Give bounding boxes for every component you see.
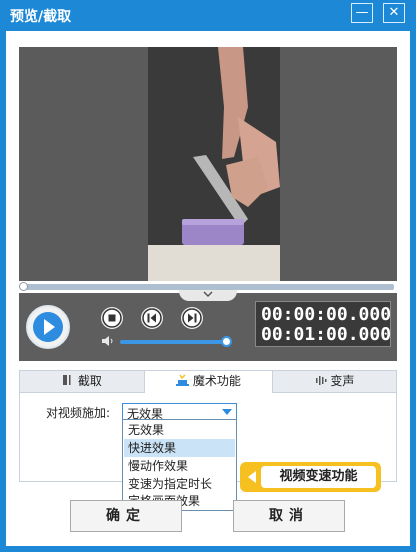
- volume-button[interactable]: [101, 335, 115, 350]
- cancel-button[interactable]: 取消: [233, 500, 345, 532]
- prev-frame-button[interactable]: [141, 307, 163, 329]
- tab-voice[interactable]: 变声: [273, 371, 396, 393]
- timeline-handle[interactable]: [19, 282, 28, 291]
- magic-hat-icon: [176, 374, 190, 386]
- volume-handle[interactable]: [221, 336, 232, 347]
- volume-slider[interactable]: [120, 340, 228, 344]
- dropdown-arrow-icon: [222, 409, 232, 415]
- voice-icon: [315, 376, 327, 385]
- tab-crop-label: 截取: [77, 374, 102, 388]
- effect-dropdown-list: 无效果 快进效果 慢动作效果 变速为指定时长 定格画面效果: [122, 419, 237, 511]
- preview-crop-window: 预览/截取 — ✕ 00:00:00.000 00:01:00.000 截取 魔…: [0, 0, 416, 552]
- dialog-body: 00:00:00.000 00:01:00.000 截取 魔术功能 变声 对视频…: [6, 31, 410, 546]
- title-bar[interactable]: 预览/截取 — ✕: [0, 0, 416, 30]
- effect-option-slow-motion[interactable]: 慢动作效果: [124, 457, 235, 475]
- play-icon: [33, 312, 63, 342]
- player-controls: 00:00:00.000 00:01:00.000: [19, 290, 397, 361]
- effect-option-none[interactable]: 无效果: [124, 421, 235, 439]
- crop-icon: [63, 375, 71, 385]
- effect-option-fast-forward[interactable]: 快进效果: [124, 439, 235, 457]
- tab-magic[interactable]: 魔术功能: [144, 371, 273, 393]
- stop-icon: [102, 308, 122, 328]
- total-time: 00:01:00.000: [261, 324, 392, 345]
- effect-select[interactable]: 无效果: [122, 403, 237, 421]
- video-frame-image: [148, 47, 280, 281]
- next-frame-button[interactable]: [181, 307, 203, 329]
- window-title: 预览/截取: [10, 9, 72, 25]
- time-display: 00:00:00.000 00:01:00.000: [255, 301, 391, 347]
- tab-voice-label: 变声: [330, 374, 355, 388]
- effect-option-fixed-duration[interactable]: 变速为指定时长: [124, 475, 235, 493]
- speed-feature-callout: 视频变速功能: [240, 462, 381, 492]
- play-button[interactable]: [26, 305, 70, 349]
- tab-crop[interactable]: 截取: [20, 371, 144, 393]
- callout-text: 视频变速功能: [261, 466, 376, 488]
- video-preview: [19, 47, 397, 281]
- current-time: 00:00:00.000: [261, 304, 392, 325]
- next-frame-icon: [182, 308, 202, 328]
- minimize-button[interactable]: —: [351, 3, 373, 23]
- tab-magic-label: 魔术功能: [192, 374, 241, 388]
- volume-icon: [102, 336, 113, 346]
- close-button[interactable]: ✕: [383, 3, 405, 23]
- stop-button[interactable]: [101, 307, 123, 329]
- video-frame: [148, 47, 280, 281]
- collapse-toggle[interactable]: [179, 290, 237, 301]
- effect-label: 对视频施加:: [46, 406, 111, 420]
- chevron-down-icon: [203, 291, 213, 298]
- pointer-arrow-icon: [248, 471, 256, 483]
- ok-button[interactable]: 确定: [70, 500, 182, 532]
- prev-frame-icon: [142, 308, 162, 328]
